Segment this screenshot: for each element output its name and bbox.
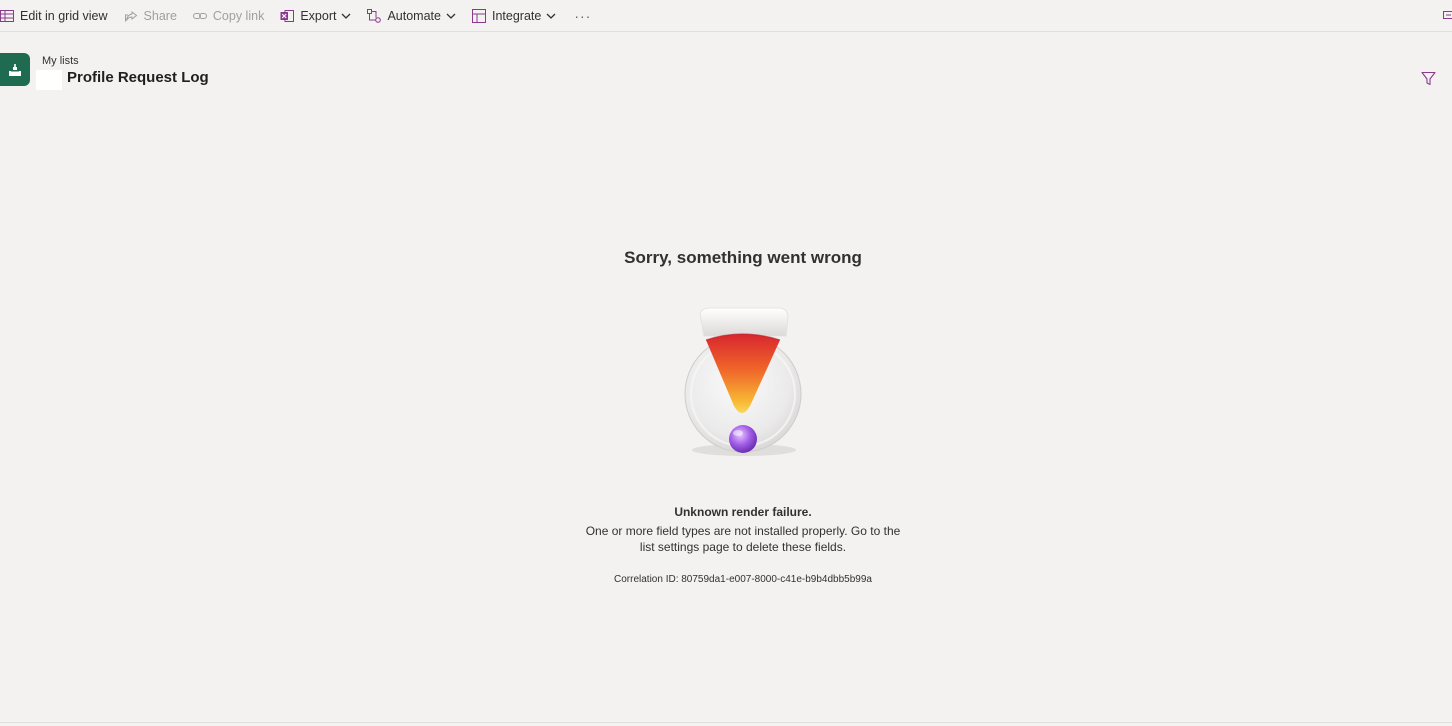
copy-link-label: Copy link	[212, 8, 265, 23]
edit-grid-view-button[interactable]: Edit in grid view	[0, 2, 108, 30]
command-bar: Edit in grid view Share Copy link Export	[0, 0, 1452, 32]
list-thumbnail	[36, 70, 62, 90]
panel-toggle-icon[interactable]	[1442, 8, 1452, 20]
integrate-button[interactable]: Integrate	[471, 2, 556, 30]
chevron-down-icon	[546, 11, 556, 21]
breadcrumb[interactable]: My lists	[42, 55, 79, 67]
excel-icon	[280, 9, 295, 23]
page: Edit in grid view Share Copy link Export	[0, 0, 1452, 726]
error-illustration	[684, 307, 802, 456]
grid-icon	[0, 9, 14, 23]
list-icon	[9, 63, 21, 76]
automate-icon	[367, 8, 382, 23]
page-title: Profile Request Log	[67, 69, 209, 86]
export-button[interactable]: Export	[280, 2, 351, 30]
error-subtitle: Unknown render failure.	[674, 505, 812, 519]
automate-label: Automate	[387, 8, 441, 23]
divider	[0, 722, 1452, 723]
chevron-down-icon	[341, 11, 351, 21]
error-title: Sorry, something went wrong	[624, 248, 862, 267]
copy-link-button[interactable]: Copy link	[192, 2, 265, 30]
automate-button[interactable]: Automate	[367, 2, 456, 30]
error-message: One or more field types are not installe…	[585, 524, 901, 554]
chevron-down-icon	[446, 11, 456, 21]
share-button[interactable]: Share	[124, 2, 177, 30]
edit-grid-view-label: Edit in grid view	[20, 8, 108, 23]
correlation-id: Correlation ID: 80759da1-e007-8000-c41e-…	[614, 574, 872, 585]
export-label: Export	[300, 8, 337, 23]
filter-icon[interactable]	[1421, 71, 1436, 86]
integrate-icon	[471, 8, 486, 23]
integrate-label: Integrate	[491, 8, 542, 23]
share-label: Share	[143, 8, 177, 23]
more-options-button[interactable]: ···	[574, 2, 591, 30]
share-icon	[124, 9, 138, 23]
link-icon	[192, 9, 207, 23]
list-app-logo[interactable]	[0, 53, 30, 86]
